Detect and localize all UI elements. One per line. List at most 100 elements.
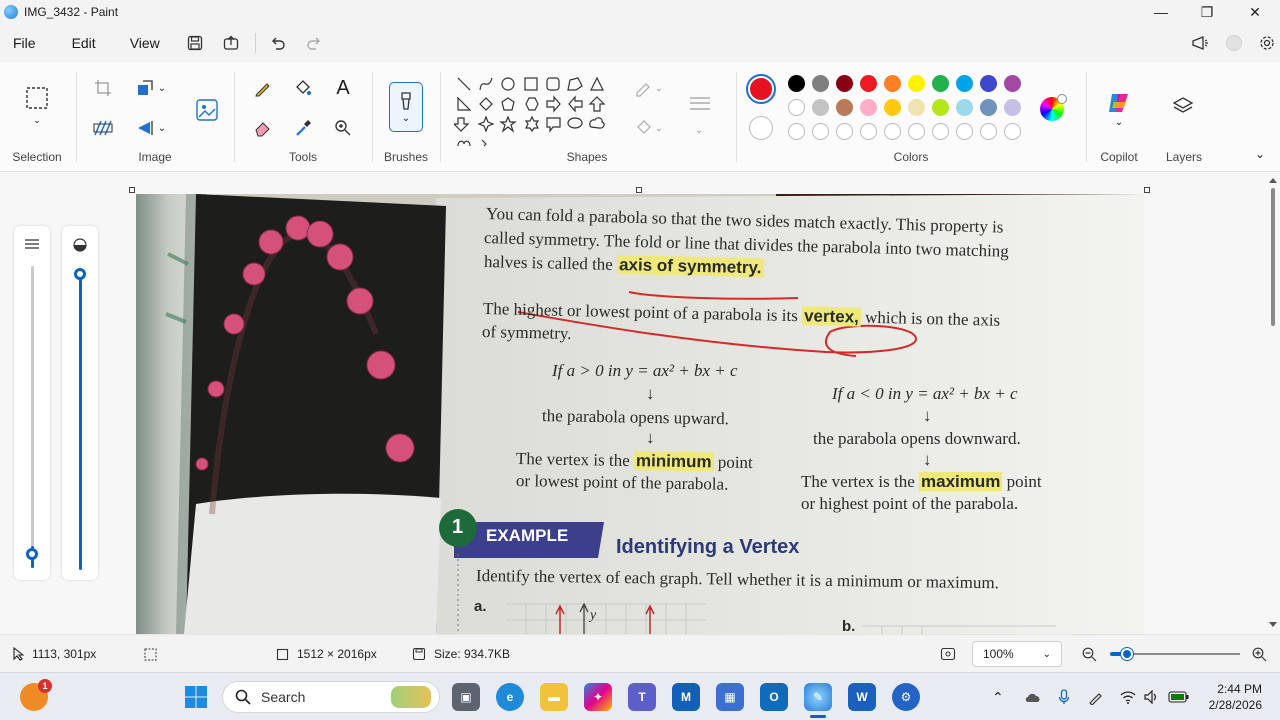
zoom-slider-knob[interactable] — [1120, 648, 1133, 660]
taskbar-search[interactable]: Search — [222, 681, 440, 713]
fill-tool[interactable] — [289, 74, 317, 102]
text-tool[interactable]: A — [329, 74, 357, 102]
resize-handle-top-left[interactable] — [129, 187, 135, 193]
eraser-tool[interactable] — [249, 114, 277, 142]
palette-color-swatch[interactable] — [860, 99, 877, 116]
word-app[interactable]: W — [848, 683, 876, 711]
paint-app[interactable]: ✎ — [804, 683, 832, 711]
ribbon-collapse-button[interactable]: ⌄ — [1250, 144, 1270, 164]
start-button[interactable] — [182, 683, 210, 711]
secondary-color-button[interactable] — [749, 116, 773, 140]
store-app[interactable]: ▦ — [716, 683, 744, 711]
scroll-up-icon[interactable] — [1269, 178, 1277, 183]
microphone-icon[interactable] — [1058, 673, 1070, 720]
size-slider-knob[interactable] — [26, 548, 38, 560]
view-menu[interactable]: View — [117, 28, 173, 58]
scroll-down-icon[interactable] — [1269, 622, 1277, 627]
palette-color-swatch[interactable] — [908, 99, 925, 116]
fit-to-window-button[interactable] — [940, 635, 956, 673]
layers-button[interactable] — [1169, 92, 1197, 120]
pen-menu-icon[interactable] — [1088, 673, 1104, 720]
palette-color-swatch[interactable] — [860, 75, 877, 92]
custom-color-slot[interactable] — [860, 123, 877, 140]
math-app[interactable]: M — [672, 683, 700, 711]
outlook-app[interactable]: O — [760, 683, 788, 711]
feedback-button[interactable] — [1186, 29, 1214, 57]
edit-colors-button[interactable] — [1040, 94, 1067, 121]
zoom-out-button[interactable] — [1082, 635, 1097, 673]
size-dropdown[interactable]: ⌄ — [692, 116, 706, 144]
battery-icon[interactable] — [1168, 673, 1190, 720]
undo-button[interactable] — [264, 29, 292, 57]
weather-widget[interactable]: 1 — [20, 679, 52, 711]
file-menu[interactable]: File — [0, 28, 49, 58]
canvas-image[interactable]: You can fold a parabola so that the two … — [136, 194, 1144, 634]
custom-color-slot[interactable] — [884, 123, 901, 140]
redo-button[interactable] — [300, 29, 328, 57]
palette-color-swatch[interactable] — [812, 75, 829, 92]
palette-color-swatch[interactable] — [932, 75, 949, 92]
palette-color-swatch[interactable] — [932, 99, 949, 116]
zoom-in-button[interactable] — [1252, 635, 1267, 673]
palette-color-swatch[interactable] — [812, 99, 829, 116]
palette-color-swatch[interactable] — [788, 75, 805, 92]
custom-color-slot[interactable] — [812, 123, 829, 140]
maximize-button[interactable]: ❐ — [1184, 0, 1230, 24]
palette-color-swatch[interactable] — [980, 99, 997, 116]
custom-color-slot[interactable] — [956, 123, 973, 140]
minimize-button[interactable]: — — [1138, 0, 1184, 24]
scrollbar-thumb[interactable] — [1271, 188, 1275, 326]
select-all-button[interactable] — [89, 114, 117, 142]
share-button[interactable] — [217, 29, 245, 57]
flip-dropdown[interactable]: ⌄ — [154, 114, 170, 142]
palette-color-swatch[interactable] — [980, 75, 997, 92]
color-picker-tool[interactable] — [289, 114, 317, 142]
show-hidden-icons-button[interactable]: ⌃ — [992, 673, 1004, 720]
custom-color-slot[interactable] — [980, 123, 997, 140]
clock[interactable]: 2:44 PM 2/28/2026 — [1200, 673, 1262, 720]
custom-color-slot[interactable] — [836, 123, 853, 140]
opacity-slider-knob[interactable] — [74, 268, 86, 280]
custom-color-slot[interactable] — [932, 123, 949, 140]
volume-icon[interactable] — [1144, 673, 1160, 720]
palette-color-swatch[interactable] — [956, 75, 973, 92]
palette-color-swatch[interactable] — [884, 99, 901, 116]
palette-color-swatch[interactable] — [788, 99, 805, 116]
settings-app[interactable]: ⚙ — [892, 683, 920, 711]
zoom-select[interactable]: 100% ⌄ — [972, 641, 1062, 667]
palette-color-swatch[interactable] — [884, 75, 901, 92]
palette-color-swatch[interactable] — [1004, 99, 1021, 116]
palette-color-swatch[interactable] — [1004, 75, 1021, 92]
close-button[interactable]: ✕ — [1232, 0, 1278, 24]
selection-tool[interactable] — [23, 84, 51, 112]
fill-dropdown[interactable]: ⌄ — [652, 114, 666, 142]
resize-handle-top[interactable] — [636, 187, 642, 193]
shapes-gallery[interactable] — [454, 74, 619, 152]
network-icon[interactable] — [1120, 673, 1136, 720]
image-ai-button[interactable] — [191, 94, 223, 126]
onedrive-icon[interactable] — [1024, 673, 1042, 720]
save-button[interactable] — [181, 29, 209, 57]
settings-button[interactable] — [1253, 29, 1280, 57]
task-view-button[interactable]: ▣ — [452, 683, 480, 711]
outline-dropdown[interactable]: ⌄ — [652, 74, 666, 102]
pencil-tool[interactable] — [249, 74, 277, 102]
palette-color-swatch[interactable] — [836, 75, 853, 92]
crop-button[interactable] — [89, 74, 117, 102]
resize-dropdown[interactable]: ⌄ — [154, 74, 170, 102]
copilot-app[interactable]: ✦ — [584, 683, 612, 711]
custom-color-slot[interactable] — [788, 123, 805, 140]
resize-handle-top-right[interactable] — [1144, 187, 1150, 193]
edit-menu[interactable]: Edit — [59, 28, 109, 58]
magnifier-tool[interactable] — [329, 114, 357, 142]
custom-color-slot[interactable] — [1004, 123, 1021, 140]
custom-color-slot[interactable] — [908, 123, 925, 140]
brush-button[interactable]: ⌄ — [389, 82, 423, 132]
palette-color-swatch[interactable] — [908, 75, 925, 92]
palette-color-swatch[interactable] — [956, 99, 973, 116]
vertical-scrollbar[interactable] — [1266, 172, 1280, 634]
account-button[interactable] — [1220, 29, 1248, 57]
palette-color-swatch[interactable] — [836, 99, 853, 116]
selection-dropdown[interactable]: ⌄ — [23, 112, 51, 128]
copilot-dropdown[interactable]: ⌄ — [1110, 114, 1128, 130]
